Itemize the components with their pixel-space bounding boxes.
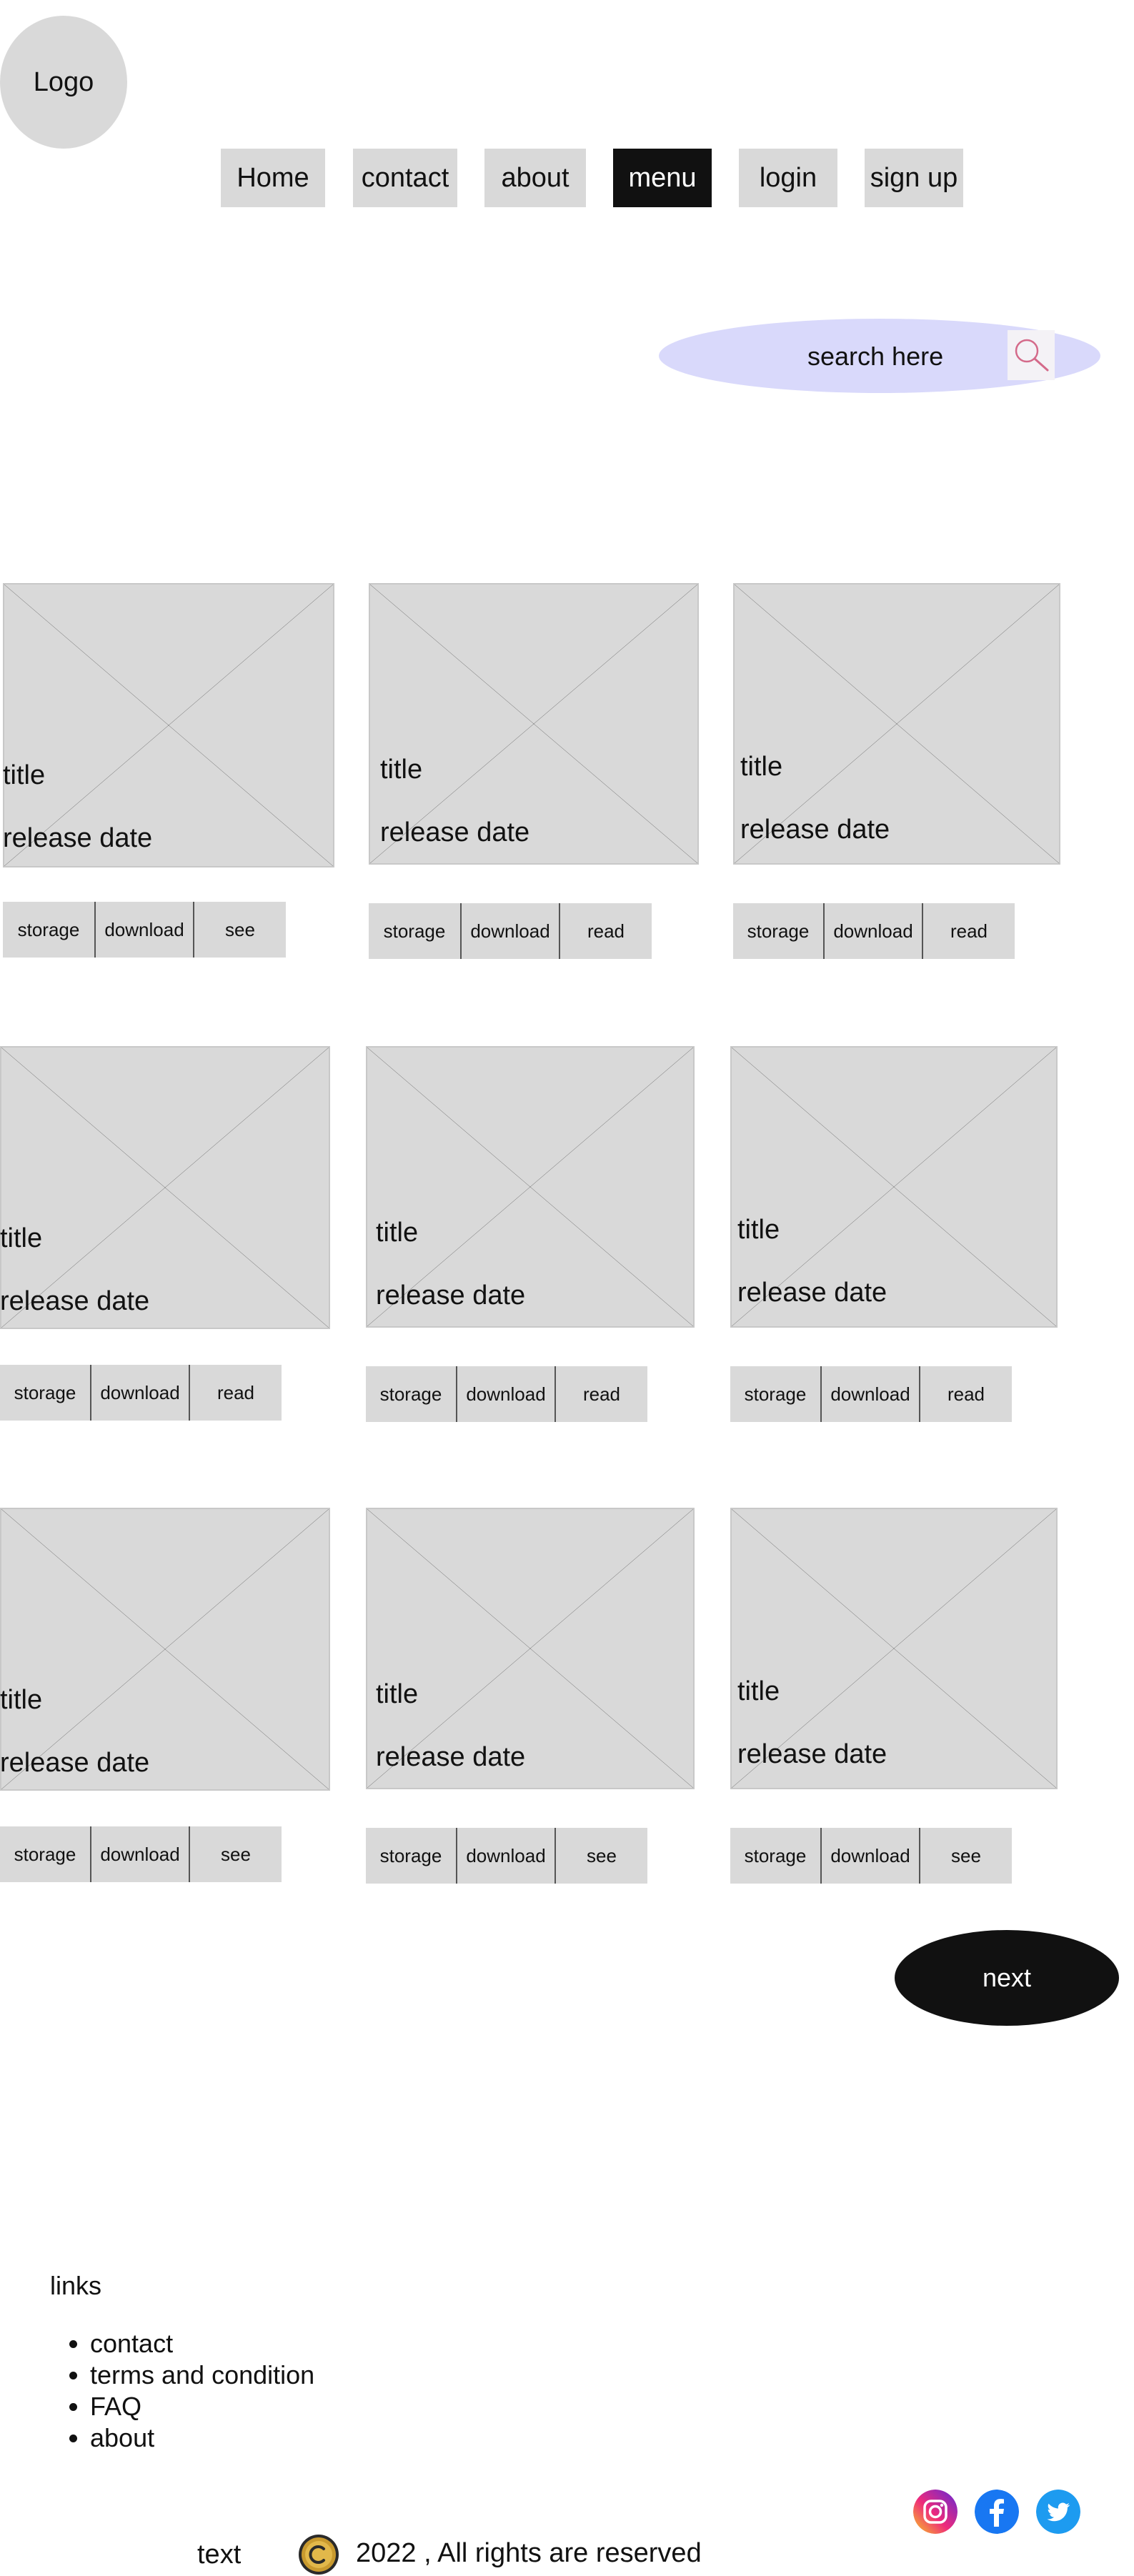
see-button[interactable]: see	[189, 1826, 282, 1882]
facebook-icon[interactable]	[975, 2490, 1019, 2534]
read-button[interactable]: read	[922, 903, 1015, 959]
logo[interactable]: Logo	[0, 16, 127, 149]
footer-link-about[interactable]: about	[90, 2422, 314, 2454]
nav-contact[interactable]: contact	[353, 149, 457, 207]
card-title: title	[3, 760, 46, 790]
footer-links-list: contact terms and condition FAQ about	[56, 2328, 314, 2454]
storage-button[interactable]: storage	[366, 1366, 456, 1422]
card-actions: storage download read	[366, 1366, 647, 1422]
card-release-date: release date	[737, 1278, 887, 1308]
twitter-icon[interactable]	[1036, 2490, 1080, 2534]
card-release-date: release date	[376, 1280, 526, 1311]
card-actions: storage download see	[0, 1826, 282, 1882]
instagram-icon[interactable]	[913, 2490, 958, 2534]
card-actions: storage download read	[0, 1365, 282, 1421]
card-release-date: release date	[3, 823, 153, 853]
read-button[interactable]: read	[189, 1365, 282, 1421]
card-title: title	[0, 1685, 43, 1715]
card-actions: storage download read	[733, 903, 1015, 959]
nav-menu[interactable]: menu	[613, 149, 712, 207]
storage-button[interactable]: storage	[369, 903, 460, 959]
download-button[interactable]: download	[820, 1366, 919, 1422]
card-title: title	[380, 755, 423, 785]
download-button[interactable]: download	[460, 903, 559, 959]
see-button[interactable]: see	[919, 1828, 1012, 1884]
storage-button[interactable]: storage	[733, 903, 823, 959]
card-title: title	[376, 1679, 419, 1709]
card-release-date: release date	[376, 1742, 526, 1772]
storage-button[interactable]: storage	[3, 902, 94, 958]
download-button[interactable]: download	[94, 902, 193, 958]
read-button[interactable]: read	[559, 903, 652, 959]
storage-button[interactable]: storage	[730, 1366, 820, 1422]
see-button[interactable]: see	[554, 1828, 647, 1884]
card-release-date: release date	[380, 817, 530, 847]
storage-button[interactable]: storage	[0, 1365, 90, 1421]
card-release-date: release date	[737, 1739, 887, 1769]
footer-link-terms[interactable]: terms and condition	[90, 2359, 314, 2391]
copyright-text: 2022 , All rights are reserved	[356, 2538, 702, 2568]
footer-links-heading: links	[50, 2271, 102, 2300]
download-button[interactable]: download	[90, 1826, 189, 1882]
download-button[interactable]: download	[820, 1828, 919, 1884]
nav-home[interactable]: Home	[221, 149, 325, 207]
card-release-date: release date	[0, 1748, 150, 1778]
nav-about[interactable]: about	[484, 149, 586, 207]
card-title: title	[0, 1223, 43, 1253]
magnifier-icon	[1015, 339, 1049, 372]
nav-sign-up[interactable]: sign up	[865, 149, 963, 207]
read-button[interactable]: read	[919, 1366, 1012, 1422]
card-release-date: release date	[0, 1286, 150, 1316]
storage-button[interactable]: storage	[366, 1828, 456, 1884]
card-actions: storage download see	[366, 1828, 647, 1884]
card-title: title	[737, 1215, 780, 1245]
download-button[interactable]: download	[823, 903, 922, 959]
download-button[interactable]: download	[456, 1366, 554, 1422]
see-button[interactable]: see	[193, 902, 286, 958]
card-title: title	[740, 752, 783, 782]
card-actions: storage download see	[730, 1828, 1012, 1884]
footer-link-faq[interactable]: FAQ	[90, 2391, 314, 2422]
download-button[interactable]: download	[90, 1365, 189, 1421]
card-release-date: release date	[740, 815, 890, 845]
search-placeholder[interactable]: search here	[807, 342, 943, 372]
card-title: title	[376, 1218, 419, 1248]
nav-login[interactable]: login	[739, 149, 837, 207]
copyright-icon	[299, 2535, 339, 2575]
card-title: title	[737, 1676, 780, 1706]
search-button[interactable]	[1008, 330, 1055, 380]
card-actions: storage download see	[3, 902, 286, 958]
next-button[interactable]: next	[895, 1930, 1119, 2026]
storage-button[interactable]: storage	[0, 1826, 90, 1882]
card-actions: storage download read	[369, 903, 652, 959]
download-button[interactable]: download	[456, 1828, 554, 1884]
storage-button[interactable]: storage	[730, 1828, 820, 1884]
read-button[interactable]: read	[554, 1366, 647, 1422]
card-actions: storage download read	[730, 1366, 1012, 1422]
footer-text: text	[197, 2540, 242, 2570]
footer-link-contact[interactable]: contact	[90, 2328, 314, 2359]
